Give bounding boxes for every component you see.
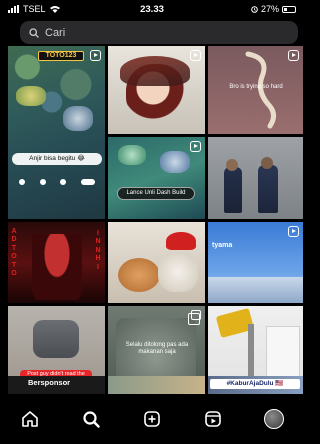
search-bar[interactable] xyxy=(20,21,298,44)
hero-sprite xyxy=(16,86,46,106)
nav-search[interactable] xyxy=(71,399,111,439)
alarm-icon xyxy=(251,5,258,13)
signal-icon xyxy=(8,5,19,13)
explore-tile-anime[interactable] xyxy=(108,46,205,134)
person-figure-2 xyxy=(258,165,278,213)
explore-tile-lance[interactable]: Lance Unli Dash Build xyxy=(108,137,205,219)
white-figure xyxy=(158,252,198,292)
anime-hair xyxy=(120,56,190,86)
status-time: 23.33 xyxy=(140,3,164,15)
battery-percent: 27% xyxy=(260,4,279,14)
caption-lance: Lance Unli Dash Build xyxy=(117,187,195,201)
carrier-label: TSEL xyxy=(23,4,46,14)
status-bar: TSEL 23.33 27% xyxy=(0,0,304,18)
explore-tile-dog[interactable] xyxy=(108,376,205,396)
profile-avatar xyxy=(263,409,284,429)
nav-reels[interactable] xyxy=(193,399,233,439)
battery-icon xyxy=(282,5,296,13)
nav-home[interactable] xyxy=(10,399,50,439)
side-text-right: I N N H I xyxy=(95,230,101,271)
caption-selalu: Selalu ditolong pas ada makanan saja xyxy=(125,342,189,356)
explore-tile-cat[interactable] xyxy=(108,222,205,303)
explore-tile-bersponsor[interactable]: Bersponsor xyxy=(8,376,105,396)
side-text-left: A D T O T O xyxy=(11,228,17,277)
caption-kabur: #KaburAjaDulu 🇺🇸 xyxy=(210,379,300,389)
person-figure xyxy=(224,167,242,213)
wifi-icon xyxy=(49,6,60,13)
explore-tile-tyama[interactable]: tyama xyxy=(208,222,303,303)
red-object xyxy=(166,232,196,250)
cat-face xyxy=(118,258,160,292)
reel-icon xyxy=(288,50,299,61)
home-icon xyxy=(22,411,39,427)
explore-tile-game[interactable]: TOTO123 Anjir bisa begitu 😂 xyxy=(8,46,105,219)
explore-tile-snake[interactable]: Bro is trying so hard xyxy=(208,46,303,134)
toto-logo: TOTO123 xyxy=(45,52,77,59)
map-blob-2 xyxy=(160,151,190,173)
caption-bro: Bro is trying so hard xyxy=(229,84,283,90)
reel-icon xyxy=(190,50,201,61)
status-left: TSEL xyxy=(8,4,104,14)
caption-bersponsor: Bersponsor xyxy=(28,378,71,387)
explore-tile-dark-character[interactable]: A D T O T O I N N H I xyxy=(8,222,105,303)
reel-icon xyxy=(90,50,101,61)
reels-icon xyxy=(204,411,221,427)
cloud-bank xyxy=(208,277,303,303)
person-head xyxy=(226,159,238,171)
tile-actions xyxy=(12,179,102,187)
nav-create[interactable] xyxy=(132,399,172,439)
explore-grid: TOTO123 Anjir bisa begitu 😂 Bro is tryin… xyxy=(8,46,303,394)
tyama-watermark: tyama xyxy=(212,242,233,249)
search-icon xyxy=(29,27,39,38)
search-input[interactable] xyxy=(45,26,265,39)
explore-tile-soldiers[interactable] xyxy=(208,137,303,219)
hero-sprite-2 xyxy=(63,106,93,131)
character-figure xyxy=(32,234,82,300)
status-right: 27% xyxy=(200,4,296,14)
caption-anjir: Anjir bisa begitu 😂 xyxy=(12,153,102,165)
search-icon xyxy=(83,411,100,428)
person-head-2 xyxy=(261,157,273,169)
nav-profile[interactable] xyxy=(254,399,294,439)
reel-icon xyxy=(190,141,201,152)
explore-row-partial: Bersponsor #KaburAjaDulu 🇺🇸 xyxy=(8,376,303,396)
map-blob xyxy=(118,145,146,165)
create-icon xyxy=(144,411,160,427)
post-object xyxy=(33,320,79,358)
carousel-icon xyxy=(188,310,201,325)
bottom-nav xyxy=(0,394,304,444)
reel-icon xyxy=(288,226,299,237)
explore-tile-kabur[interactable]: #KaburAjaDulu 🇺🇸 xyxy=(208,376,303,396)
